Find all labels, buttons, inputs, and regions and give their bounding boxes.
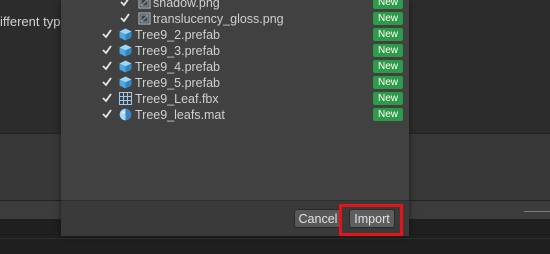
- checkbox[interactable]: [101, 28, 113, 40]
- list-item[interactable]: Tree9_Leaf.fbx New: [61, 91, 409, 107]
- list-item[interactable]: Tree9_2.prefab New: [61, 27, 409, 43]
- new-badge: New: [373, 0, 403, 9]
- item-label: Tree9_leafs.mat: [135, 108, 225, 122]
- checkbox[interactable]: [119, 0, 131, 8]
- texture-icon: [138, 12, 151, 25]
- list-item[interactable]: Tree9_leafs.mat New: [61, 107, 409, 123]
- new-badge: New: [373, 28, 403, 41]
- slider-track[interactable]: [524, 211, 550, 212]
- cancel-button[interactable]: Cancel: [294, 209, 342, 228]
- checkbox[interactable]: [101, 76, 113, 88]
- new-badge: New: [373, 76, 403, 89]
- prefab-icon: [119, 76, 132, 89]
- checkbox[interactable]: [101, 108, 113, 120]
- item-label: translucency_gloss.png: [153, 12, 284, 26]
- list-item[interactable]: Tree9_3.prefab New: [61, 43, 409, 59]
- material-icon: [119, 108, 132, 121]
- list-item[interactable]: Tree9_4.prefab New: [61, 59, 409, 75]
- mesh-icon: [119, 92, 132, 105]
- list-item[interactable]: translucency_gloss.png New: [61, 11, 409, 27]
- new-badge: New: [373, 44, 403, 57]
- item-label: Tree9_2.prefab: [135, 28, 221, 42]
- texture-icon: [138, 0, 151, 9]
- checkbox[interactable]: [119, 12, 131, 24]
- checkbox[interactable]: [101, 92, 113, 104]
- new-badge: New: [373, 108, 403, 121]
- list-item[interactable]: Tree9_5.prefab New: [61, 75, 409, 91]
- import-item-list: shadow.png New translucency_gloss.png Ne…: [61, 0, 409, 200]
- item-label: Tree9_4.prefab: [135, 60, 221, 74]
- prefab-icon: [119, 28, 132, 41]
- divider: [0, 238, 550, 239]
- prefab-icon: [119, 60, 132, 73]
- new-badge: New: [373, 60, 403, 73]
- item-label: shadow.png: [153, 0, 220, 10]
- import-package-dialog: shadow.png New translucency_gloss.png Ne…: [61, 0, 409, 236]
- background-partial-text: ifferent typ: [0, 14, 61, 29]
- item-label: Tree9_Leaf.fbx: [135, 92, 219, 106]
- new-badge: New: [373, 92, 403, 105]
- new-badge: New: [373, 12, 403, 25]
- checkbox[interactable]: [101, 44, 113, 56]
- prefab-icon: [119, 44, 132, 57]
- list-item[interactable]: shadow.png New: [61, 0, 409, 11]
- import-button-highlight: [339, 204, 403, 236]
- item-label: Tree9_3.prefab: [135, 44, 221, 58]
- item-label: Tree9_5.prefab: [135, 76, 221, 90]
- checkbox[interactable]: [101, 60, 113, 72]
